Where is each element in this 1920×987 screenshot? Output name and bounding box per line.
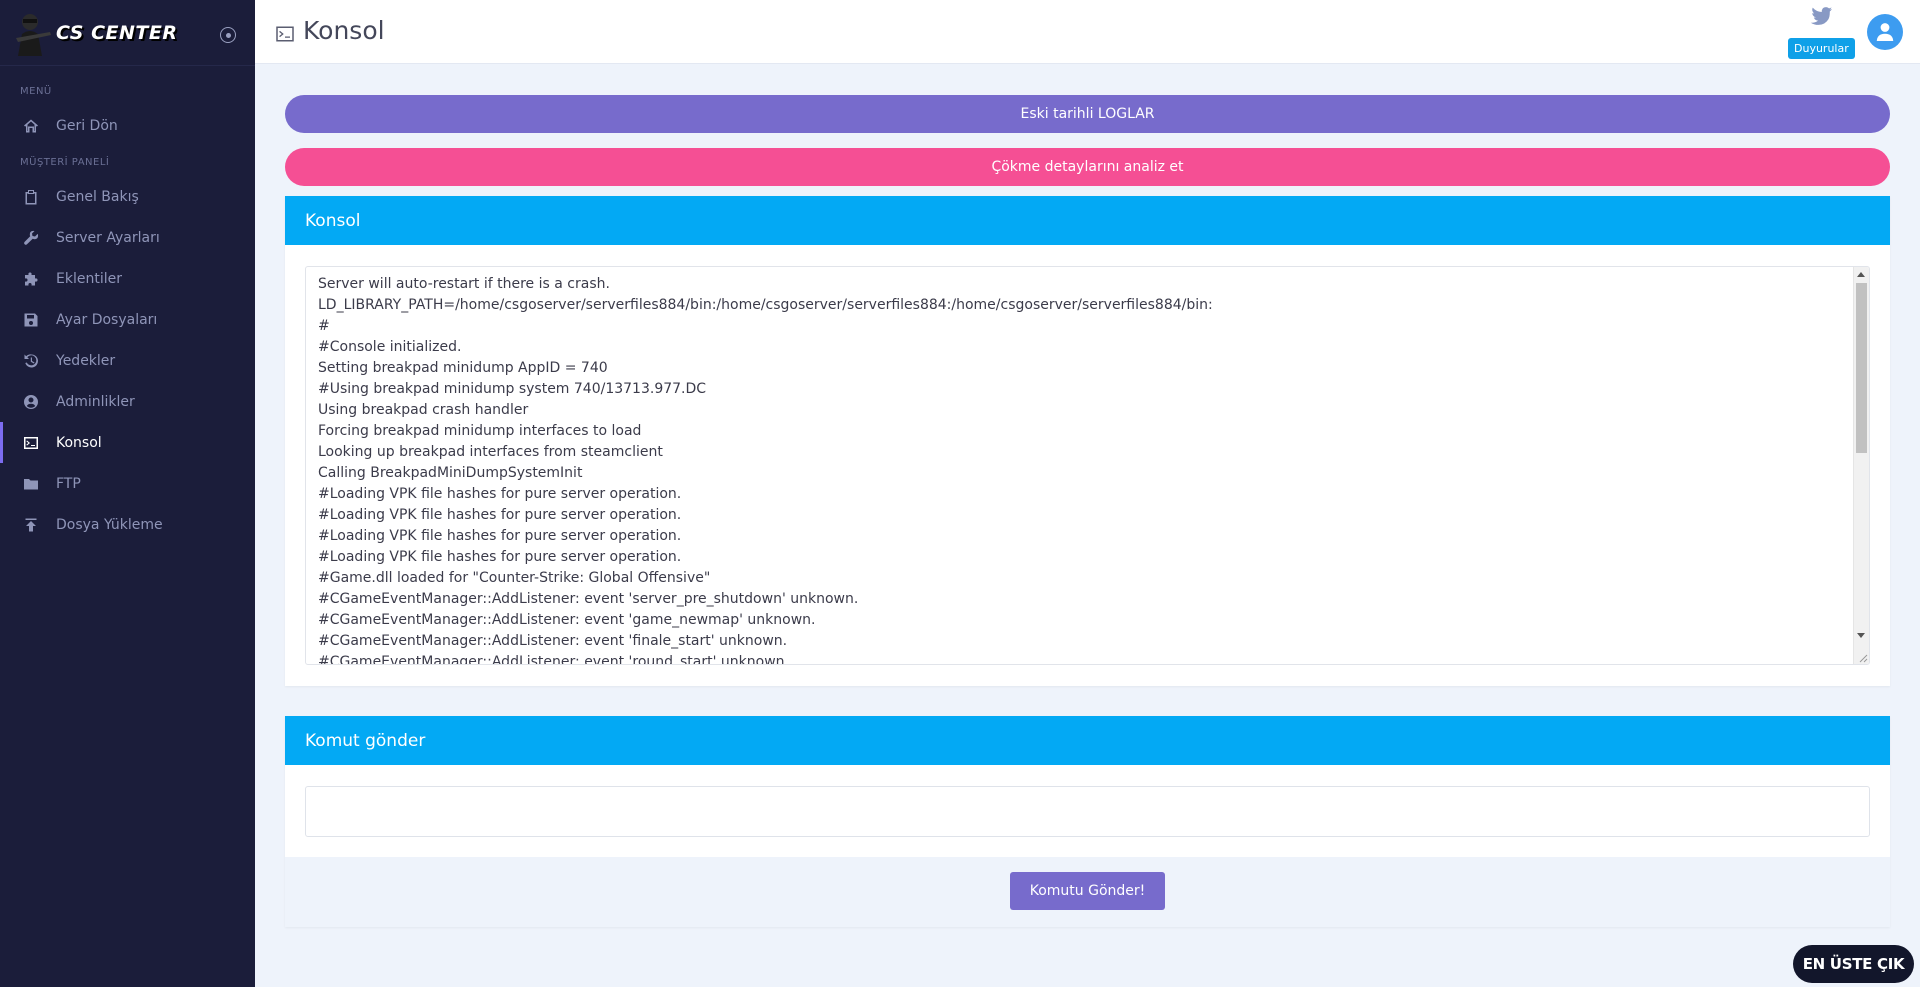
command-card: Komut gönder Komutu Gönder!: [285, 716, 1890, 927]
sidebar-item-label: Eklentiler: [56, 270, 122, 287]
sidebar-item-adminlikler[interactable]: Adminlikler: [0, 381, 255, 422]
console-line: Using breakpad crash handler: [318, 402, 529, 418]
twitter-icon[interactable]: [1810, 6, 1834, 28]
section-label-menu: MENÜ: [20, 86, 52, 97]
console-line: Looking up breakpad interfaces from stea…: [318, 444, 663, 460]
sidebar-item-konsol[interactable]: Konsol: [0, 422, 255, 463]
top-bar: Konsol Duyurular: [255, 0, 1920, 64]
console-line: Forcing breakpad minidump interfaces to …: [318, 423, 642, 439]
console-line: #CGameEventManager::AddListener: event '…: [318, 591, 859, 607]
sidebar-item-yedekler[interactable]: Yedekler: [0, 340, 255, 381]
sidebar-item-label: Server Ayarları: [56, 229, 160, 246]
wrench-icon: [22, 229, 40, 247]
sidebar: CS CENTER MENÜ Geri Dön MÜŞTERİ PANELİ G…: [0, 0, 255, 987]
sidebar-toggle-icon[interactable]: [220, 27, 236, 43]
scroll-to-top-button[interactable]: EN ÜSTE ÇIK: [1793, 945, 1914, 983]
sidebar-item-label: Ayar Dosyaları: [56, 311, 158, 328]
sidebar-item-dosya-yukleme[interactable]: Dosya Yükleme: [0, 504, 255, 545]
sidebar-item-server-ayarlari[interactable]: Server Ayarları: [0, 217, 255, 258]
command-input[interactable]: [305, 786, 1870, 837]
user-circle-icon: [22, 393, 40, 411]
page-title: Konsol: [275, 16, 385, 45]
logo-icon: [10, 8, 54, 58]
console-line: Calling BreakpadMiniDumpSystemInit: [318, 465, 583, 481]
console-line: Setting breakpad minidump AppID = 740: [318, 360, 608, 376]
sidebar-item-label: Yedekler: [56, 352, 116, 369]
console-line: #Loading VPK file hashes for pure server…: [318, 507, 682, 523]
avatar[interactable]: [1867, 14, 1903, 50]
terminal-icon: [22, 434, 40, 452]
console-line: #Loading VPK file hashes for pure server…: [318, 528, 682, 544]
sidebar-item-ayar-dosyalari[interactable]: Ayar Dosyaları: [0, 299, 255, 340]
command-card-title: Komut gönder: [285, 716, 1890, 765]
console-scrollbar[interactable]: [1853, 267, 1869, 664]
scroll-thumb[interactable]: [1856, 283, 1867, 453]
sidebar-item-eklentiler[interactable]: Eklentiler: [0, 258, 255, 299]
console-line: #Console initialized.: [318, 339, 462, 355]
announcements-badge[interactable]: Duyurular: [1788, 38, 1855, 59]
sidebar-item-label: Genel Bakış: [56, 188, 139, 205]
console-line: #Game.dll loaded for "Counter-Strike: Gl…: [318, 570, 711, 586]
sidebar-item-label: Konsol: [56, 434, 102, 451]
console-line: Server will auto-restart if there is a c…: [318, 276, 610, 292]
console-line: #CGameEventManager::AddListener: event '…: [318, 654, 789, 665]
console-output[interactable]: Server will auto-restart if there is a c…: [305, 266, 1870, 665]
sidebar-item-label: Geri Dön: [56, 117, 118, 134]
home-icon: [22, 117, 40, 135]
console-line: #CGameEventManager::AddListener: event '…: [318, 612, 816, 628]
sidebar-item-ftp[interactable]: FTP: [0, 463, 255, 504]
sidebar-item-genel-bakis[interactable]: Genel Bakış: [0, 176, 255, 217]
console-line: #Loading VPK file hashes for pure server…: [318, 549, 682, 565]
scroll-down-arrow-icon[interactable]: [1857, 633, 1865, 638]
sidebar-item-label: Dosya Yükleme: [56, 516, 163, 533]
upload-icon: [22, 516, 40, 534]
send-command-button[interactable]: Komutu Gönder!: [1010, 872, 1165, 910]
page-title-text: Konsol: [303, 16, 385, 45]
puzzle-icon: [22, 270, 40, 288]
section-label-panel: MÜŞTERİ PANELİ: [20, 157, 110, 168]
user-icon: [1876, 23, 1894, 41]
console-card: Konsol Server will auto-restart if there…: [285, 196, 1890, 686]
console-line: LD_LIBRARY_PATH=/home/csgoserver/serverf…: [318, 297, 1213, 313]
sidebar-item-label: Adminlikler: [56, 393, 135, 410]
console-line: #Loading VPK file hashes for pure server…: [318, 486, 682, 502]
console-line: #CGameEventManager::AddListener: event '…: [318, 633, 788, 649]
terminal-icon: [275, 21, 295, 41]
sidebar-item-geri-don[interactable]: Geri Dön: [0, 105, 255, 146]
sidebar-item-label: FTP: [56, 475, 81, 492]
scroll-up-arrow-icon[interactable]: [1857, 272, 1865, 277]
crash-analysis-button[interactable]: Çökme detaylarını analiz et: [285, 148, 1890, 186]
console-lines: Server will auto-restart if there is a c…: [306, 267, 1869, 665]
console-line: #Using breakpad minidump system 740/1371…: [318, 381, 707, 397]
resize-grip-icon[interactable]: [1856, 651, 1868, 663]
logo-bar: CS CENTER: [0, 0, 255, 66]
save-icon: [22, 311, 40, 329]
brand-name[interactable]: CS CENTER: [56, 22, 177, 44]
console-card-title: Konsol: [285, 196, 1890, 245]
folder-icon: [22, 475, 40, 493]
clipboard-icon: [22, 188, 40, 206]
old-logs-button[interactable]: Eski tarihli LOGLAR: [285, 95, 1890, 133]
console-line: #: [318, 318, 330, 334]
history-icon: [22, 352, 40, 370]
